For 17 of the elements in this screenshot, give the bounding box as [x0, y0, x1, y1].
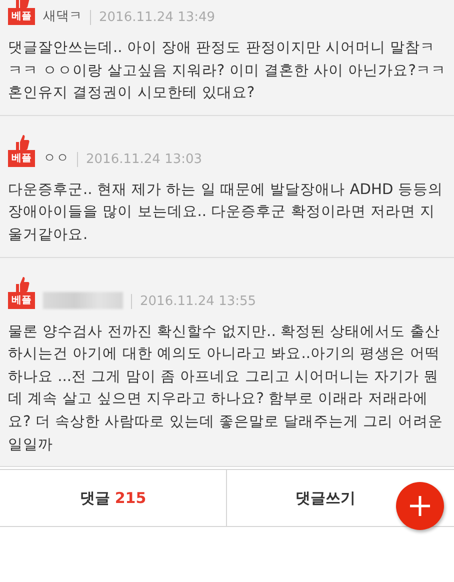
comment-text: 물론 양수검사 전까진 확신할수 없지만.. 확정된 상태에서도 출산하시는건 아기에 대한 예의도 아니라고 봐요..아기의 평생은 어떡하나요 ...전 그게 맘이 좀 아프네요 그리고 시어머니는 자기가 뭔데 계속 살고 싶으면 지우라고 하나요? 함부로 이래라 저래라에요? 더 속상한 사람따로 있는데 좋은말로 달래주는게 그리 어려운 일일까	[8, 322, 444, 455]
comment-text: 다운증후군.. 현재 제가 하는 일 때문에 발달장애나 ADHD 등등의 장애아이들을 많이 보는데요.. 다운증후군 확정이라면 저라면 지울거같아요.	[8, 180, 444, 245]
thumbs-up-icon	[14, 276, 30, 292]
comment-time: 2016.11.24 13:55	[131, 294, 256, 309]
comment-time: 2016.11.24 13:49	[90, 10, 216, 25]
add-button[interactable]	[396, 482, 444, 530]
best-comment-badge: 베플	[8, 150, 35, 167]
comment-text: 댓글잘안쓰는데.. 아이 장애 판정도 판정이지만 시어머니 말참ㅋㅋㅋ ㅇㅇ이랑 살고싶음 지워라? 이미 결혼한 사이 아닌가요?ㅋㅋ 혼인유지 결정권이 시모한테 있대요?	[8, 38, 446, 104]
write-comment-button[interactable]: 댓글쓰기	[227, 470, 454, 526]
thumbs-up-icon	[14, 134, 30, 150]
comment-author: ㅇㅇ	[43, 150, 69, 167]
comment-time: 2016.11.24 13:03	[77, 152, 202, 167]
best-comment-badge: 베플	[8, 292, 35, 309]
plus-icon	[408, 494, 432, 518]
comment-author: 새댁ㅋ	[43, 8, 82, 25]
best-comment-badge: 베플	[8, 8, 35, 25]
comments-button[interactable]: 댓글 215	[0, 470, 227, 526]
